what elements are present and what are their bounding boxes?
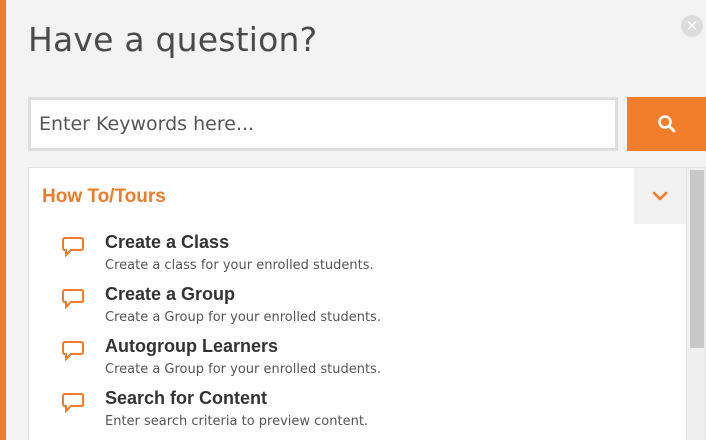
list-item-description: Enter search criteria to preview content…	[105, 414, 369, 429]
close-icon[interactable]: ✕	[681, 15, 703, 37]
list-item-title: Create a Class	[105, 232, 230, 252]
search-icon	[657, 115, 675, 133]
speech-bubble-icon	[62, 341, 84, 362]
list-item[interactable]: Create a Class Create a class for your e…	[29, 232, 629, 286]
chevron-down-icon	[652, 191, 668, 201]
scrollbar[interactable]	[686, 168, 705, 440]
scrollbar-thumb[interactable]	[690, 170, 704, 348]
section-title: How To/Tours	[42, 186, 166, 207]
section-header[interactable]: How To/Tours	[29, 168, 634, 224]
section-toggle[interactable]	[634, 168, 686, 224]
panel-title: Have a question?	[28, 20, 318, 59]
list-item-title: Autogroup Learners	[105, 336, 279, 356]
list-item[interactable]: Autogroup Learners Create a Group for yo…	[29, 336, 629, 390]
speech-bubble-icon	[62, 237, 84, 258]
list-item-description: Create a Group for your enrolled student…	[105, 310, 381, 325]
list-item[interactable]: Search for Content Enter search criteria…	[29, 388, 629, 440]
results-list: How To/Tours Create a Class Create a cla…	[28, 167, 706, 440]
speech-bubble-icon	[62, 393, 84, 414]
list-item-title: Search for Content	[105, 388, 268, 408]
search-button[interactable]	[627, 97, 706, 151]
list-item-description: Create a class for your enrolled student…	[105, 258, 374, 273]
help-panel: Have a question? ✕ How To/Tours Create a…	[0, 0, 706, 440]
list-item-title: Create a Group	[105, 284, 236, 304]
list-item[interactable]: Create a Group Create a Group for your e…	[29, 284, 629, 338]
search-input[interactable]	[28, 97, 618, 151]
speech-bubble-icon	[62, 289, 84, 310]
list-item-description: Create a Group for your enrolled student…	[105, 362, 381, 377]
